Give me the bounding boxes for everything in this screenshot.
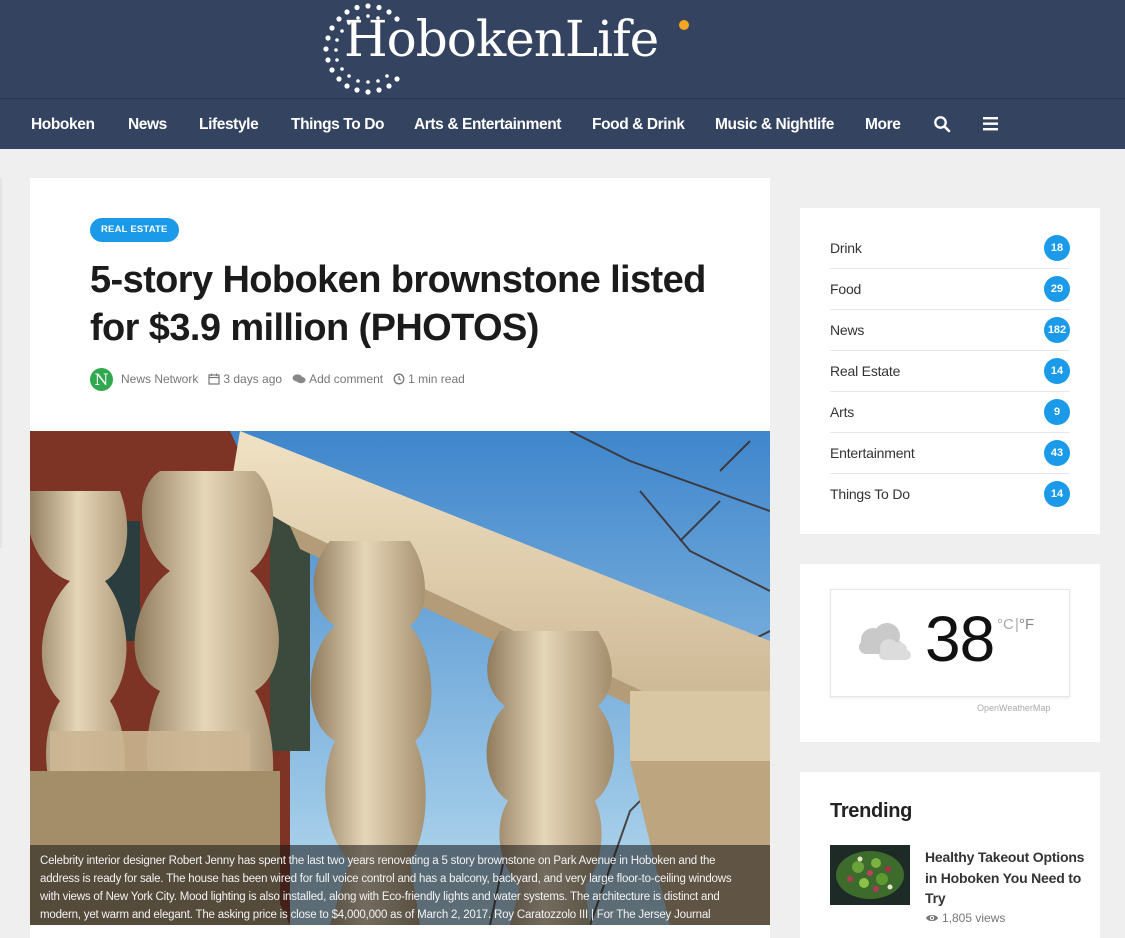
category-label: Arts [830,404,855,420]
weather-provider-credit[interactable]: OpenWeatherMap [977,703,1050,713]
fahrenheit-toggle[interactable]: °F [1019,616,1034,633]
salad-bowl-image [830,845,910,905]
trending-views-count: 1,805 views [942,911,1006,925]
nav-item-hoboken[interactable]: Hoboken [31,99,95,149]
trending-thumbnail[interactable] [830,845,910,905]
category-label: Drink [830,240,862,256]
main-nav: Hoboken News Lifestyle Things To Do Arts… [0,98,1125,149]
category-count-badge: 43 [1044,440,1070,466]
trending-article-link[interactable]: Healthy Takeout Options in Hoboken You N… [925,847,1085,909]
category-item-entertainment[interactable]: Entertainment 43 [830,433,1070,474]
nav-item-news[interactable]: News [128,99,167,149]
author-avatar[interactable]: N [90,367,113,391]
category-count-badge: 14 [1044,358,1070,384]
eye-icon [926,915,938,921]
celsius-toggle[interactable]: °C [997,616,1014,633]
category-label: Things To Do [830,486,910,502]
category-item-real-estate[interactable]: Real Estate 14 [830,351,1070,392]
weather-card: 38 °C | °F [830,589,1070,697]
category-label: Real Estate [830,363,901,379]
category-label: Entertainment [830,445,915,461]
cloud-icon [859,623,911,660]
add-comment-link[interactable]: Add comment [292,372,383,386]
article-title: 5-story Hoboken brownstone listed for $3… [90,259,706,349]
post-date: 3 days ago [208,372,282,386]
trending-views: 1,805 views [925,911,1005,925]
author-name[interactable]: News Network [121,372,198,386]
category-label: Food [830,281,862,297]
read-time: 1 min read [393,372,465,386]
hamburger-menu-icon[interactable] [983,117,999,131]
category-item-news[interactable]: News 182 [830,310,1070,351]
article-meta: N News Network 3 days ago Add comment 1 [90,367,475,391]
category-label: News [830,322,865,338]
featured-image: Celebrity interior designer Robert Jenny… [30,431,770,925]
category-badge[interactable]: REAL ESTATE [90,218,179,242]
logo-accent-dot [679,20,689,30]
comment-icon [292,374,306,384]
category-count-badge: 29 [1044,276,1070,302]
category-item-things-to-do[interactable]: Things To Do 14 [830,474,1070,514]
trending-heading: Trending [830,800,913,822]
nav-item-food-drink[interactable]: Food & Drink [592,99,685,149]
clock-icon [393,373,405,385]
article-card: REAL ESTATE 5-story Hoboken brownstone l… [30,178,770,938]
image-caption: Celebrity interior designer Robert Jenny… [30,845,770,925]
weather-widget: 38 °C | °F OpenWeatherMap [800,564,1100,742]
site-header: HobokenLife [0,0,1125,98]
nav-item-lifestyle[interactable]: Lifestyle [199,99,259,149]
category-count-badge: 18 [1044,235,1070,261]
nav-item-music-nightlife[interactable]: Music & Nightlife [715,99,834,149]
category-count-badge: 182 [1044,317,1070,343]
previous-card-edge [0,178,2,548]
nav-item-more[interactable]: More [865,99,901,149]
trending-widget: Trending Healthy Takeout Options in Hobo… [800,772,1100,938]
add-comment-text: Add comment [309,372,384,386]
temperature-value: 38 [925,603,995,675]
categories-widget: Drink 18 Food 29 News 182 Real Estate 14… [800,208,1100,534]
category-item-arts[interactable]: Arts 9 [830,392,1070,433]
search-icon[interactable] [933,115,951,133]
post-date-text: 3 days ago [223,372,283,386]
logo-wordmark: HobokenLife [344,10,659,68]
nav-item-arts-entertainment[interactable]: Arts & Entertainment [414,99,561,149]
category-item-food[interactable]: Food 29 [830,269,1070,310]
image-caption-text: Celebrity interior designer Robert Jenny… [40,855,732,921]
nav-item-things-to-do[interactable]: Things To Do [291,99,384,149]
category-item-drink[interactable]: Drink 18 [830,228,1070,269]
category-count-badge: 9 [1044,399,1070,425]
category-count-badge: 14 [1044,481,1070,507]
read-time-text: 1 min read [408,372,465,386]
calendar-icon [208,373,220,385]
site-logo[interactable]: HobokenLife [322,2,722,96]
